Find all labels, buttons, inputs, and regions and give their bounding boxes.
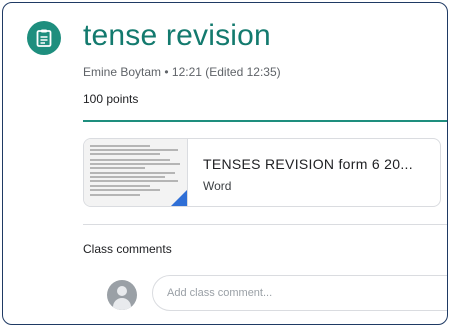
assignment-meta: Emine Boytam • 12:21 (Edited 12:35)	[83, 65, 281, 79]
attachment-title: TENSES REVISION form 6 20...	[203, 156, 413, 172]
assignment-icon	[27, 21, 61, 55]
word-badge-icon	[171, 190, 187, 206]
class-comment-input[interactable]	[152, 275, 447, 311]
attachment-type: Word	[203, 179, 232, 193]
attachment-card[interactable]: TENSES REVISION form 6 20... Word	[83, 138, 441, 207]
section-divider	[83, 224, 447, 225]
assignment-card: tense revision Emine Boytam • 12:21 (Edi…	[2, 2, 448, 325]
assignment-title: tense revision	[83, 19, 271, 52]
word-document-thumbnail	[84, 139, 188, 206]
class-comments-label: Class comments	[83, 242, 172, 256]
header-divider	[83, 120, 447, 122]
assignment-points: 100 points	[83, 92, 139, 106]
default-avatar-icon	[107, 280, 137, 310]
